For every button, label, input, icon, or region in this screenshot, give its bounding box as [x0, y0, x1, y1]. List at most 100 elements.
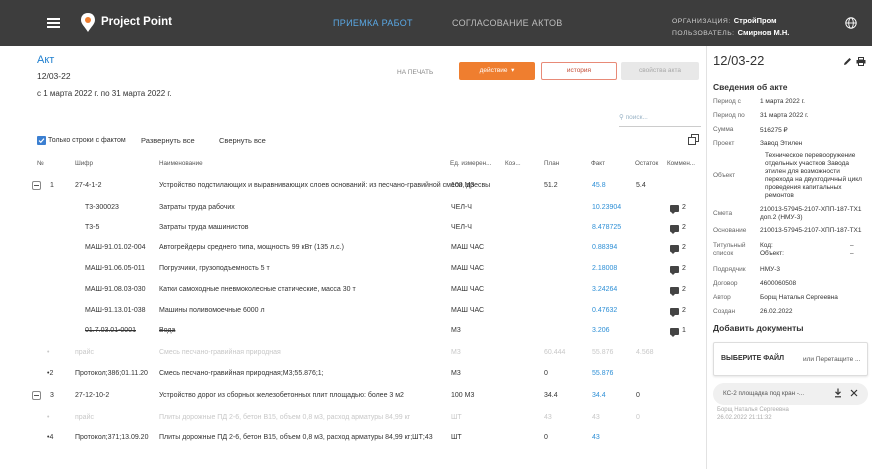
globe-icon[interactable]: [845, 17, 857, 29]
table-row[interactable]: Т3-5 Затраты труда машинистов ЧЕЛ-Ч 8.47872…: [25, 218, 705, 238]
only-fact-checkbox[interactable]: [37, 136, 46, 145]
cell-unit: МАШ ЧАС: [451, 307, 485, 314]
col-fact[interactable]: Факт: [591, 160, 605, 167]
cell-code: Т3-5: [85, 224, 100, 231]
cell-unit: М3: [451, 349, 461, 356]
cell-fact: 43: [592, 414, 600, 421]
copy-icon[interactable]: [688, 134, 699, 145]
cell-fact: 3.24264: [592, 286, 618, 293]
table-row[interactable]: 1 27-4-1-2 Устройство подстилающих и вырав…: [25, 176, 705, 196]
act-period: с 1 марта 2022 г. по 31 марта 2022 г.: [37, 89, 172, 98]
cell-name: Плиты дорожные ПД 2-6, бетон В15, объем …: [159, 414, 411, 421]
comment-count: 2: [682, 244, 686, 251]
cell-fact: 45.8: [592, 182, 606, 189]
comment-count: 2: [682, 307, 686, 314]
history-button[interactable]: история: [541, 62, 617, 80]
printer-icon[interactable]: [856, 57, 866, 66]
cell-rest: 4.568: [636, 349, 654, 356]
search-underline: [619, 126, 701, 127]
act-number: 12/03-22: [37, 71, 71, 81]
cell-unit: ЧЕЛ-Ч: [451, 204, 472, 211]
table-row[interactable]: 3 27-12-10-2 Устройство дорог из сборных ж…: [25, 386, 705, 406]
col-coef[interactable]: Коэ...: [505, 160, 521, 167]
comment-icon[interactable]: [670, 205, 679, 214]
basis-label: Основание: [713, 227, 747, 234]
cell-fact: 43: [592, 434, 600, 441]
search-input[interactable]: ⚲ поиск...: [619, 113, 648, 121]
collapse-all-button[interactable]: Свернуть все: [219, 136, 266, 145]
cell-number: •4: [47, 434, 54, 441]
file-author: Борщ Наталья Сергеевна: [717, 407, 789, 413]
cell-number: •: [47, 349, 50, 356]
table-row[interactable]: Т3-300023 Затраты труда рабочих ЧЕЛ-Ч 10.23…: [25, 198, 705, 218]
object-line: проведения капитальных: [765, 184, 842, 191]
edit-icon[interactable]: [843, 57, 852, 66]
title-list-label-2: список: [713, 250, 734, 257]
col-code[interactable]: Шифр: [75, 160, 93, 167]
object-line: перехода на двухгодичный цикл: [765, 176, 862, 183]
org-value: СтройПром: [733, 16, 777, 25]
table-row[interactable]: МАШ-91.13.01-038 Машины поливомоечные 600…: [25, 301, 705, 321]
table-row[interactable]: •2 Протокол;386;01.11.20 Смесь песчано-гра…: [25, 364, 705, 384]
file-date: 26.02.2022 21:11:32: [717, 415, 772, 421]
cell-name: Устройство подстилающих и выравнивающих …: [159, 182, 491, 189]
collapse-toggle-icon[interactable]: [32, 391, 41, 400]
org-info: ОРГАНИЗАЦИЯ: СтройПром: [672, 16, 777, 25]
object-short-value: –: [850, 250, 854, 257]
cell-unit: М3: [451, 370, 461, 377]
cell-name: Смесь песчано-гравийная природная: [159, 349, 281, 356]
basis-value: 210013-57945-2107-ХПП-187-ТХ1: [760, 227, 862, 234]
comment-icon[interactable]: [670, 328, 679, 337]
menu-icon[interactable]: [47, 18, 60, 28]
comment-count: 2: [682, 224, 686, 231]
user-info: ПОЛЬЗОВАТЕЛЬ: Смирнов М.Н.: [672, 28, 789, 37]
table-row[interactable]: МАШ-91.08.03-030 Катки самоходные пневмок…: [25, 280, 705, 300]
brand-name: Project Point: [101, 16, 172, 28]
cell-rest: 0: [636, 414, 640, 421]
file-name[interactable]: КС-2 площадка под кран -...: [723, 390, 804, 397]
comment-icon[interactable]: [670, 308, 679, 317]
logo-icon: [81, 13, 95, 32]
table-row[interactable]: • прайс Плиты дорожные ПД 2-6, бетон В15, …: [25, 408, 705, 428]
table-row[interactable]: МАШ-91.01.02-004 Автогрейдеры среднего ти…: [25, 238, 705, 258]
table-row[interactable]: • прайс Смесь песчано-гравийная природная М…: [25, 343, 705, 363]
download-icon[interactable]: [834, 388, 842, 398]
table-row[interactable]: МАШ-91.06.05-011 Погрузчики, грузоподъемн…: [25, 259, 705, 279]
cell-name: Затраты труда рабочих: [159, 204, 235, 211]
cell-rest: 0: [636, 392, 640, 399]
col-rest[interactable]: Остаток: [635, 160, 658, 167]
tab-acceptance[interactable]: ПРИЕМКА РАБОТ: [333, 18, 413, 28]
comment-icon[interactable]: [670, 287, 679, 296]
cell-code: 27-4-1-2: [75, 182, 102, 189]
collapse-toggle-icon[interactable]: [32, 181, 41, 190]
table-row[interactable]: 01.7.03.01-0001 Вода М3 3.206 1: [25, 321, 705, 341]
comment-count: 2: [682, 204, 686, 211]
cell-plan: 34.4: [544, 392, 558, 399]
expand-all-button[interactable]: Развернуть все: [141, 136, 195, 145]
action-button[interactable]: действие ▾: [459, 62, 535, 80]
cell-plan: 0: [544, 370, 548, 377]
comment-icon[interactable]: [670, 225, 679, 234]
cell-number: 3: [50, 392, 54, 399]
cell-unit: ШТ: [451, 434, 462, 441]
comment-icon[interactable]: [670, 266, 679, 275]
col-comment[interactable]: Коммен...: [667, 160, 695, 167]
close-icon[interactable]: [850, 389, 858, 397]
col-plan[interactable]: План: [544, 160, 559, 167]
object-short-label: Объект:: [760, 250, 784, 257]
user-value: Смирнов М.Н.: [737, 28, 790, 37]
cell-plan: 51.2: [544, 182, 558, 189]
comment-icon[interactable]: [670, 245, 679, 254]
table-row[interactable]: •4 Протокол;371;13.09.20 Плиты дорожные ПД…: [25, 428, 705, 448]
cell-code: МАШ-91.01.02-004: [85, 244, 146, 251]
choose-file-button[interactable]: ВЫБЕРИТЕ ФАЙЛ: [721, 355, 784, 362]
cell-code: МАШ-91.06.05-011: [85, 265, 145, 272]
cell-unit: ЧЕЛ-Ч: [451, 224, 472, 231]
panel-divider: [706, 46, 707, 469]
tab-approval[interactable]: СОГЛАСОВАНИЕ АКТОВ: [452, 18, 563, 28]
cell-rest: 5.4: [636, 182, 646, 189]
col-name[interactable]: Наименование: [159, 160, 203, 167]
cell-name: Катки самоходные пневмоколесные статичес…: [159, 286, 356, 293]
print-link[interactable]: НА ПЕЧАТЬ: [397, 69, 433, 76]
col-unit[interactable]: Ед. измерен...: [450, 160, 491, 167]
